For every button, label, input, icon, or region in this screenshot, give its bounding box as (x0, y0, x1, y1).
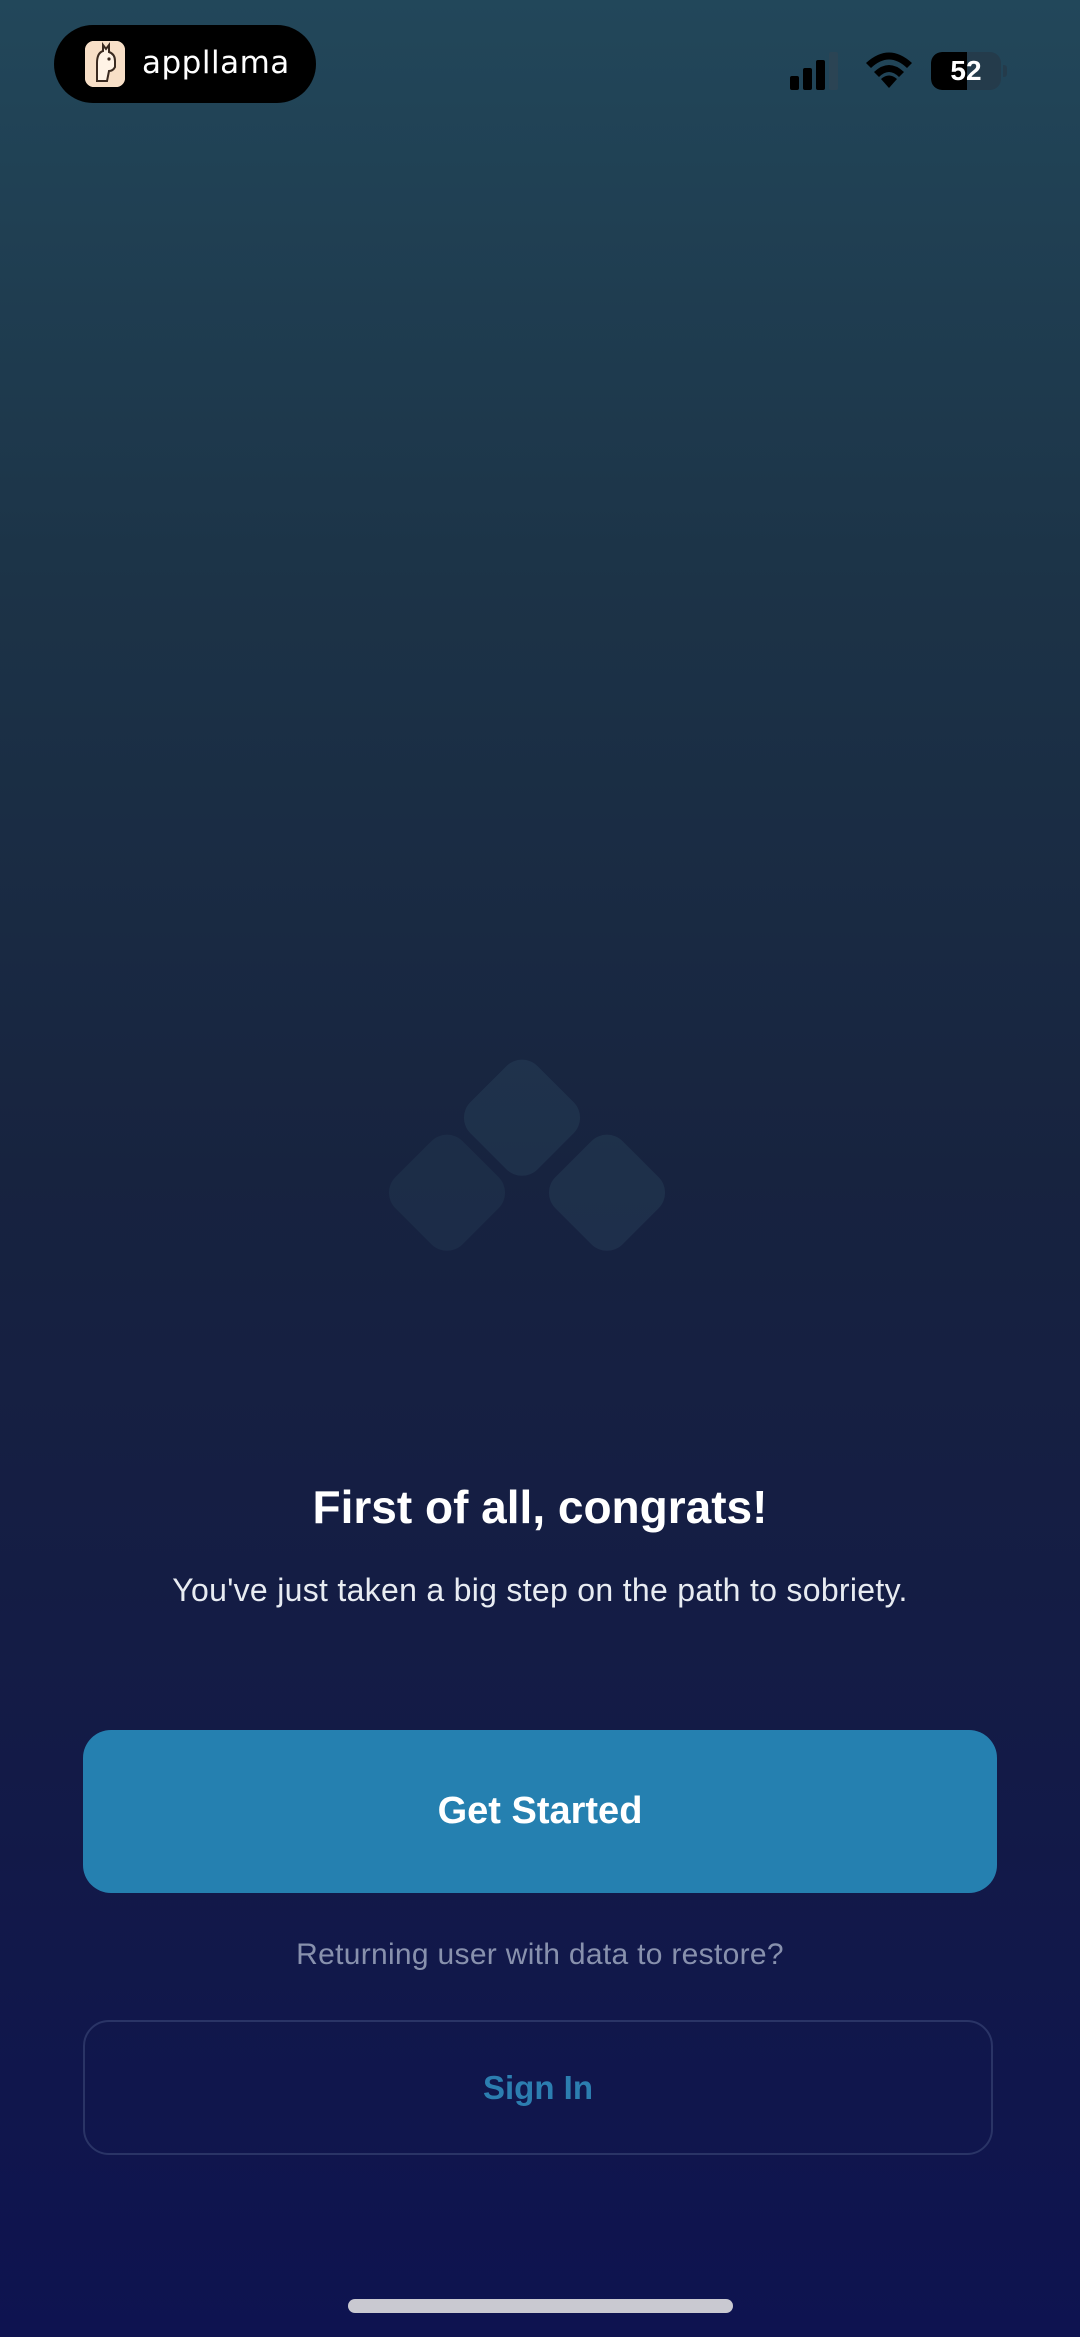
home-indicator[interactable] (348, 2299, 733, 2313)
app-logo-icon (85, 41, 125, 87)
app-badge-name: appllama (142, 45, 290, 81)
battery-icon: 52 (931, 52, 1007, 90)
welcome-subtitle: You've just taken a big step on the path… (172, 1572, 908, 1608)
sign-in-button[interactable]: Sign In (83, 2020, 993, 2155)
app-badge-pill: appllama (54, 25, 316, 103)
diamond-cluster-logo-icon (370, 1050, 710, 1280)
battery-body: 52 (931, 52, 1001, 90)
wifi-icon (864, 50, 914, 90)
status-bar: appllama 52 (0, 0, 1080, 140)
welcome-title: First of all, congrats! (312, 1481, 768, 1533)
battery-tip (1003, 65, 1007, 77)
signal-icon (790, 52, 844, 90)
get-started-button[interactable]: Get Started (83, 1730, 997, 1893)
returning-user-prompt: Returning user with data to restore? (296, 1938, 784, 1971)
battery-level-text: 52 (950, 55, 982, 86)
